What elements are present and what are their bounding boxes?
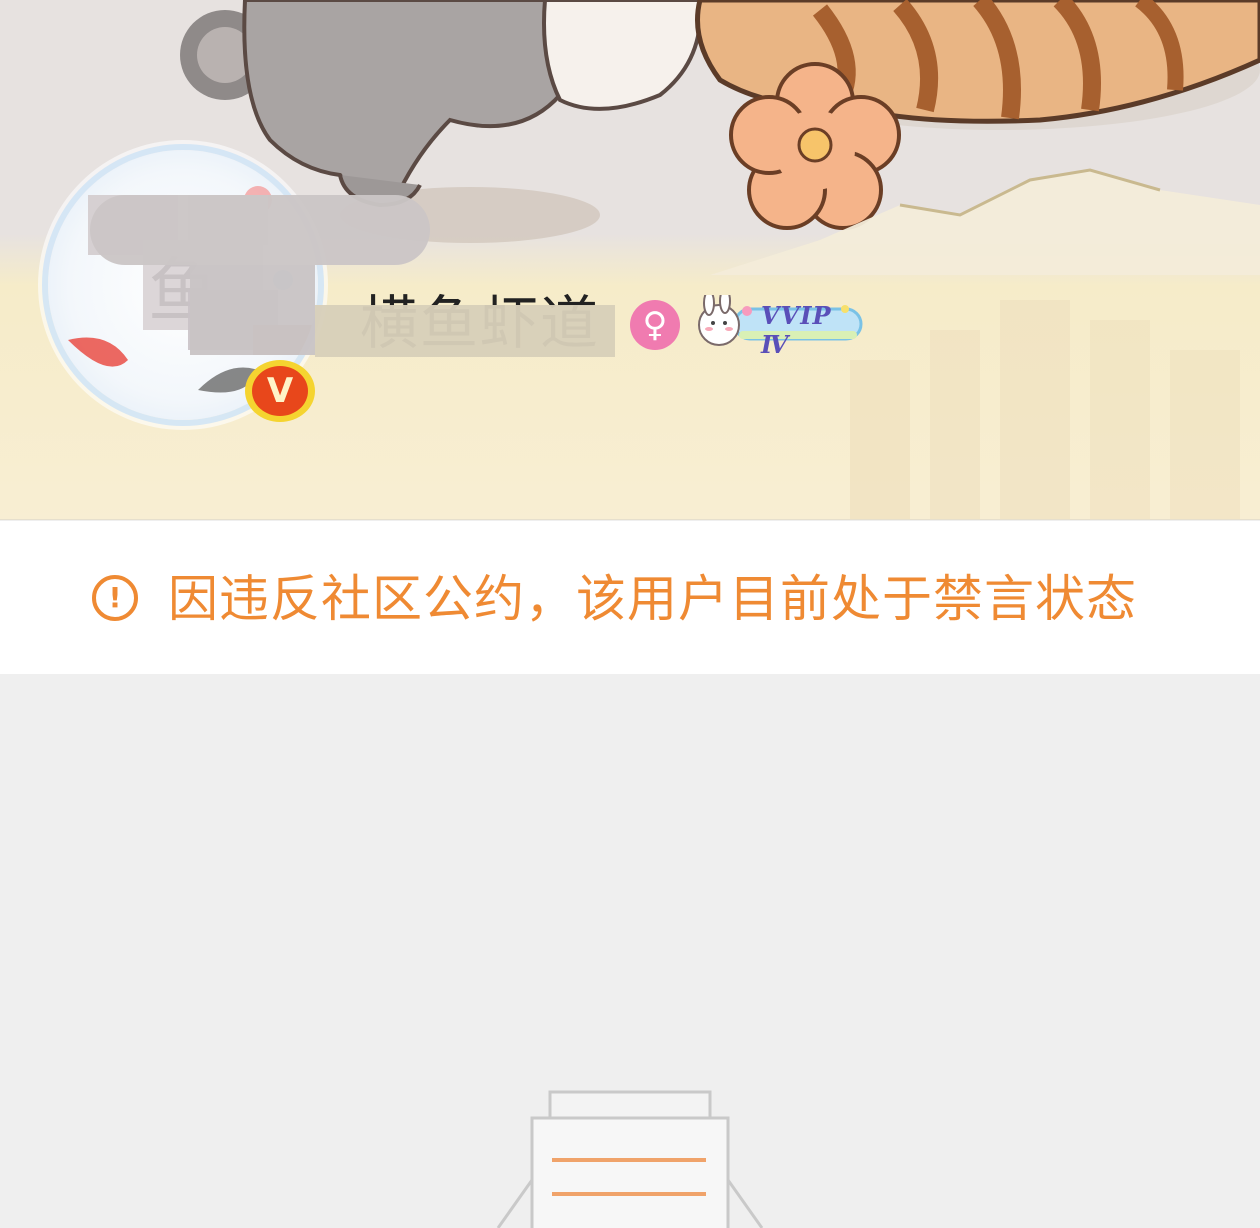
empty-state-illustration: [496, 1090, 764, 1228]
divider: [0, 519, 1260, 520]
verified-v-icon: V: [252, 366, 308, 416]
mute-notice-text: 因违反社区公约，该用户目前处于禁言状态: [168, 570, 1137, 628]
vip-level-label: VVIP Ⅳ: [761, 301, 832, 359]
vip-badge[interactable]: VVIP Ⅳ: [695, 295, 865, 359]
profile-page: 鱼 V 横鱼虾道 ♀ VVIP Ⅳ: [0, 0, 1260, 1228]
verified-badge: V: [245, 360, 315, 422]
username-redaction: [190, 265, 315, 355]
username-redaction: [315, 305, 615, 357]
female-icon: ♀: [630, 300, 680, 350]
username-redaction: [90, 195, 430, 265]
alert-circle-icon: !: [92, 575, 138, 621]
